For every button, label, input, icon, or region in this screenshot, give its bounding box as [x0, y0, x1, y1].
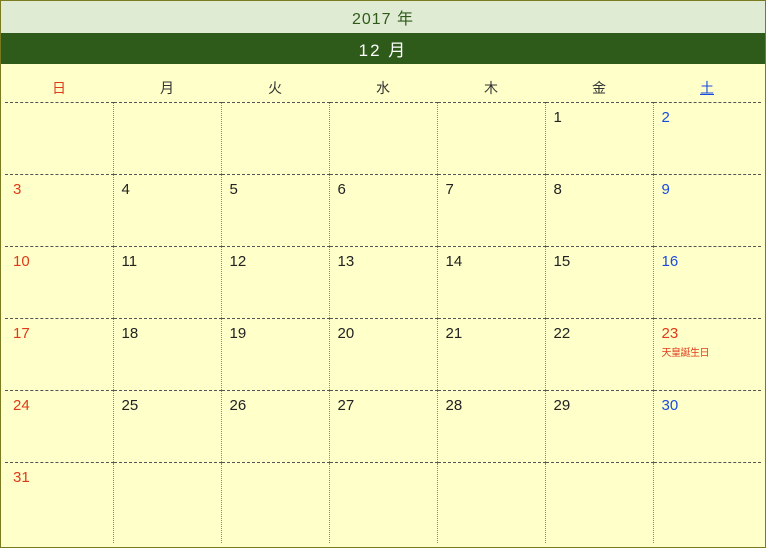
calendar-day [653, 463, 761, 543]
day-number: 27 [338, 397, 429, 414]
calendar-week: 3456789 [5, 175, 761, 247]
day-number: 18 [122, 325, 213, 342]
calendar-day: 5 [221, 175, 329, 247]
day-number: 16 [662, 253, 754, 270]
calendar-day: 10 [5, 247, 113, 319]
calendar-day: 31 [5, 463, 113, 543]
day-number: 23 [662, 325, 754, 342]
calendar-day [221, 103, 329, 175]
calendar-day: 4 [113, 175, 221, 247]
calendar-day: 15 [545, 247, 653, 319]
calendar-day: 2 [653, 103, 761, 175]
day-number: 5 [230, 181, 321, 198]
calendar-week: 31 [5, 463, 761, 543]
calendar-day: 12 [221, 247, 329, 319]
day-number: 9 [662, 181, 754, 198]
calendar: 2017 年 12 月 日月火水木金土 12345678910111213141… [0, 0, 766, 548]
calendar-day [113, 103, 221, 175]
calendar-day: 7 [437, 175, 545, 247]
day-number: 17 [13, 325, 105, 342]
weekday-header: 月 [113, 72, 221, 103]
day-number: 28 [446, 397, 537, 414]
calendar-day: 13 [329, 247, 437, 319]
day-number: 8 [554, 181, 645, 198]
day-number: 24 [13, 397, 105, 414]
day-number: 12 [230, 253, 321, 270]
calendar-day [329, 463, 437, 543]
weekday-header: 土 [653, 72, 761, 103]
calendar-day: 9 [653, 175, 761, 247]
calendar-day [545, 463, 653, 543]
calendar-day [113, 463, 221, 543]
calendar-day: 20 [329, 319, 437, 391]
calendar-week: 17 18 19 20 21 22 23 天皇誕生日 [5, 319, 761, 391]
day-number: 29 [554, 397, 645, 414]
day-number: 21 [446, 325, 537, 342]
day-number: 31 [13, 469, 105, 486]
calendar-day: 24 [5, 391, 113, 463]
weekday-header: 木 [437, 72, 545, 103]
weekday-header: 水 [329, 72, 437, 103]
calendar-week: 24 25 26 27 28 29 30 [5, 391, 761, 463]
calendar-day [437, 103, 545, 175]
calendar-day: 29 [545, 391, 653, 463]
calendar-week: 12 [5, 103, 761, 175]
calendar-day: 1 [545, 103, 653, 175]
calendar-day: 18 [113, 319, 221, 391]
day-number: 26 [230, 397, 321, 414]
year-header: 2017 年 [1, 1, 765, 33]
day-number: 1 [554, 109, 645, 126]
weekday-header: 日 [5, 72, 113, 103]
calendar-day: 26 [221, 391, 329, 463]
calendar-day: 28 [437, 391, 545, 463]
calendar-day: 17 [5, 319, 113, 391]
day-number: 11 [122, 253, 213, 270]
day-number: 13 [338, 253, 429, 270]
calendar-day: 23 天皇誕生日 [653, 319, 761, 391]
day-number: 22 [554, 325, 645, 342]
day-number: 6 [338, 181, 429, 198]
day-number: 7 [446, 181, 537, 198]
calendar-day: 19 [221, 319, 329, 391]
day-number: 4 [122, 181, 213, 198]
calendar-day [437, 463, 545, 543]
calendar-day: 21 [437, 319, 545, 391]
calendar-day: 3 [5, 175, 113, 247]
holiday-label: 天皇誕生日 [662, 344, 754, 359]
calendar-day: 22 [545, 319, 653, 391]
calendar-day [5, 103, 113, 175]
calendar-day: 14 [437, 247, 545, 319]
weekday-row: 日月火水木金土 [5, 72, 761, 103]
day-number: 3 [13, 181, 105, 198]
calendar-day: 30 [653, 391, 761, 463]
day-number: 2 [662, 109, 754, 126]
calendar-day: 8 [545, 175, 653, 247]
calendar-day: 16 [653, 247, 761, 319]
day-number: 30 [662, 397, 754, 414]
day-number: 20 [338, 325, 429, 342]
weekday-header: 金 [545, 72, 653, 103]
day-number: 10 [13, 253, 105, 270]
calendar-day: 11 [113, 247, 221, 319]
month-header: 12 月 [1, 33, 765, 64]
calendar-grid: 日月火水木金土 12345678910111213141516171819202… [1, 64, 765, 547]
calendar-day [221, 463, 329, 543]
calendar-day: 27 [329, 391, 437, 463]
calendar-table: 日月火水木金土 12345678910111213141516171819202… [5, 72, 761, 543]
day-number: 15 [554, 253, 645, 270]
calendar-day: 6 [329, 175, 437, 247]
calendar-day: 25 [113, 391, 221, 463]
day-number: 25 [122, 397, 213, 414]
day-number: 19 [230, 325, 321, 342]
calendar-week: 10 11 12 13 14 15 16 [5, 247, 761, 319]
calendar-day [329, 103, 437, 175]
day-number: 14 [446, 253, 537, 270]
weekday-header: 火 [221, 72, 329, 103]
